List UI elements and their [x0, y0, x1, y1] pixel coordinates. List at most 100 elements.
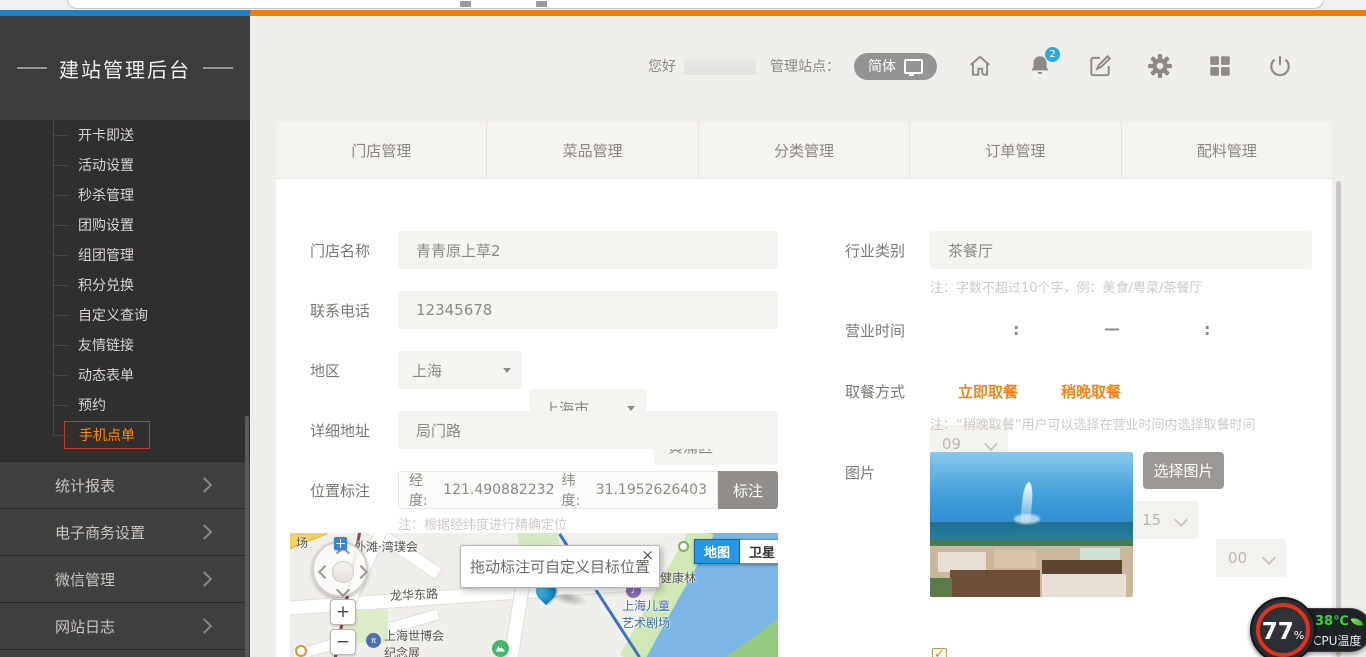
- language-button[interactable]: 简体: [854, 53, 937, 80]
- map-type-satellite-label: 卫星: [749, 542, 775, 561]
- pan-down-icon[interactable]: [336, 583, 350, 597]
- sidebar: 建站管理后台 开卡即送 活动设置 秒杀管理 团购设置 组团管理 积分兑换 自定义…: [0, 16, 250, 657]
- category-value: 茶餐厅: [948, 240, 993, 261]
- longitude-label: 经度:: [409, 470, 436, 510]
- store-photo-thumbnail: [930, 452, 1133, 597]
- pan-knob[interactable]: [332, 561, 354, 583]
- chevron-right-icon: [197, 524, 213, 540]
- sidebar-item-label: 活动设置: [78, 155, 134, 175]
- chevron-right-icon: [197, 571, 213, 587]
- region-label: 地区: [310, 360, 340, 381]
- sidebar-title-text: 建站管理后台: [59, 54, 191, 83]
- pickup-now-checkbox[interactable]: [932, 648, 947, 657]
- leaf-icon: [1350, 615, 1363, 628]
- category-input[interactable]: 茶餐厅: [930, 231, 1312, 269]
- sidebar-item[interactable]: 秒杀管理: [0, 180, 250, 210]
- tab-category-management[interactable]: 分类管理: [698, 122, 909, 178]
- gear-icon[interactable]: [1147, 53, 1173, 79]
- time-dash: —: [1104, 319, 1120, 338]
- map-zoom-out-button[interactable]: −: [330, 629, 356, 655]
- province-select[interactable]: 上海: [398, 351, 522, 389]
- address-input[interactable]: 局门路: [398, 411, 778, 449]
- sidebar-group-label: 统计报表: [55, 475, 115, 496]
- sidebar-item[interactable]: 自定义查询: [0, 300, 250, 330]
- sidebar-scrollbar[interactable]: [245, 416, 249, 657]
- longitude-value: 121.490882232: [443, 482, 554, 498]
- chevron-right-icon: [197, 477, 213, 493]
- map-label-plaza: 场: [296, 534, 308, 551]
- chevron-right-icon: [197, 618, 213, 634]
- map-label-road: 龙华东路: [390, 585, 439, 604]
- screen: 建站管理后台 开卡即送 活动设置 秒杀管理 团购设置 组团管理 积分兑换 自定义…: [0, 0, 1366, 657]
- map-zoom-in-button[interactable]: +: [330, 599, 356, 625]
- title-dash-left: [17, 67, 47, 69]
- sidebar-group-partial: [0, 649, 250, 657]
- chevron-down-icon: [1174, 513, 1188, 527]
- sidebar-group[interactable]: 电子商务设置: [0, 508, 250, 555]
- sidebar-group[interactable]: 微信管理: [0, 555, 250, 602]
- tab-order-management[interactable]: 订单管理: [909, 122, 1120, 178]
- sidebar-item[interactable]: 组团管理: [0, 240, 250, 270]
- pan-left-icon[interactable]: [318, 565, 332, 579]
- sidebar-item[interactable]: 开卡即送: [0, 120, 250, 150]
- store-name-input[interactable]: 青青原上草2: [398, 231, 778, 269]
- edit-icon[interactable]: [1087, 53, 1113, 79]
- sidebar-group[interactable]: 统计报表: [0, 461, 250, 508]
- mark-location-button[interactable]: 标注: [718, 471, 778, 509]
- end-hour-value: 15: [1142, 511, 1161, 529]
- pickup-now-label[interactable]: 立即取餐: [958, 381, 1018, 402]
- map-type-map-label: 地图: [704, 542, 730, 561]
- tab-label: 门店管理: [351, 140, 411, 161]
- coordinates-box[interactable]: 经度: 121.490882232 纬度: 31.1952626403: [398, 471, 718, 509]
- sidebar-item-label: 秒杀管理: [78, 185, 134, 205]
- greeting-text: 您好: [648, 56, 676, 76]
- close-icon[interactable]: ×: [641, 546, 654, 564]
- cpu-percent-value: 77: [1262, 607, 1294, 657]
- cpu-ring: 77 %: [1256, 603, 1310, 657]
- museum-icon: π: [366, 633, 381, 648]
- tab-label: 菜品管理: [563, 140, 623, 161]
- end-minute-select[interactable]: 00: [1216, 539, 1286, 577]
- map-type-satellite-button[interactable]: 卫星: [740, 539, 778, 564]
- tab-store-management[interactable]: 门店管理: [276, 122, 486, 178]
- cpu-usage-gauge[interactable]: 77 %: [1250, 597, 1316, 657]
- time-colon: :: [1204, 320, 1210, 339]
- tab-ingredient-management[interactable]: 配料管理: [1121, 122, 1332, 178]
- pan-right-icon[interactable]: [354, 565, 368, 579]
- category-note: 注：字数不超过10个字，例：美食/粤菜/茶餐厅: [930, 277, 1202, 296]
- tab-label: 订单管理: [985, 140, 1045, 161]
- poi-dot: [295, 645, 307, 657]
- power-icon[interactable]: [1267, 53, 1293, 79]
- choose-image-button[interactable]: 选择图片: [1143, 452, 1224, 489]
- map-type-map-button[interactable]: 地图: [694, 539, 740, 564]
- home-icon[interactable]: [967, 53, 993, 79]
- address-value: 局门路: [416, 420, 461, 441]
- sidebar-title: 建站管理后台: [0, 16, 250, 120]
- end-hour-select[interactable]: 15: [1130, 501, 1198, 539]
- main-scrollbar[interactable]: [1336, 181, 1341, 657]
- sidebar-item-label: 动态表单: [78, 365, 134, 385]
- zoom-in-label: +: [336, 602, 350, 622]
- phone-input[interactable]: 12345678: [398, 291, 778, 329]
- sidebar-item[interactable]: 活动设置: [0, 150, 250, 180]
- sidebar-item[interactable]: 团购设置: [0, 210, 250, 240]
- pickup-label: 取餐方式: [845, 381, 905, 402]
- sidebar-item[interactable]: 积分兑换: [0, 270, 250, 300]
- phone-value: 12345678: [416, 301, 492, 319]
- sidebar-group[interactable]: 网站日志: [0, 602, 250, 649]
- apps-grid-icon[interactable]: [1207, 53, 1233, 79]
- monitor-icon: [904, 59, 923, 74]
- latitude-label: 纬度:: [562, 470, 589, 510]
- map-widget[interactable]: 场 外滩·湾璞会 龙华东路 健康林 上海儿童艺术剧场 上海世博会纪念展 π ♪ …: [290, 533, 778, 657]
- pickup-later-label[interactable]: 稍晚取餐: [1061, 381, 1121, 402]
- tab-dish-management[interactable]: 菜品管理: [486, 122, 697, 178]
- bell-icon[interactable]: 2: [1027, 53, 1053, 79]
- hours-label: 营业时间: [845, 320, 905, 341]
- sidebar-item[interactable]: 友情链接: [0, 330, 250, 360]
- sidebar-item[interactable]: 动态表单: [0, 360, 250, 390]
- browser-address-bar[interactable]: [67, 0, 1324, 9]
- sidebar-item-label: 组团管理: [78, 245, 134, 265]
- map-overview-icon[interactable]: [334, 537, 347, 550]
- sidebar-item[interactable]: 预约: [0, 390, 250, 420]
- sidebar-item-active[interactable]: 手机点单: [0, 420, 250, 450]
